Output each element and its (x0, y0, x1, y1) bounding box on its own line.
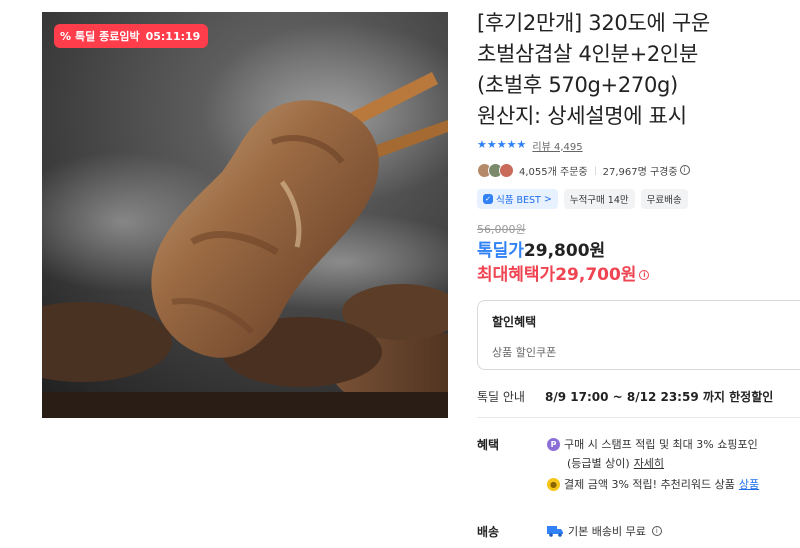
product-tags: ✓ 식품 BEST > 누적구매 14만 무료배송 (477, 189, 800, 209)
divider (594, 165, 596, 175)
rating-row: ★ ★ ★ ★ ★ 리뷰 4,495 (477, 137, 800, 153)
benefit-details-link[interactable]: 자세히 (634, 455, 664, 471)
chevron-right-icon: > (543, 193, 552, 205)
star-rating: ★ ★ ★ ★ ★ (477, 139, 526, 151)
deal-price-label: 톡딜가 (477, 241, 524, 261)
truck-icon (547, 526, 563, 537)
product-image: % 톡딜 종료임박 05:11:19 (42, 12, 448, 418)
max-price-label: 최대혜택가 (477, 265, 556, 285)
reward-product-link[interactable]: 상품 (739, 476, 759, 492)
benefit-subtext: (등급별 상이) (567, 457, 630, 470)
star-icon: ★ (506, 138, 517, 151)
title-line: 원산지: 상세설명에 표시 (477, 104, 687, 128)
benefit-line-points: P 구매 시 스탬프 적립 및 최대 3% 쇼핑포인 (547, 436, 758, 452)
info-icon[interactable]: i (651, 526, 662, 536)
product-info: [후기2만개] 320도에 구운 초벌삼겹살 4인분+2인분 (초벌후 570g… (477, 8, 800, 286)
discount-benefit-box[interactable]: 할인혜택 상품 할인쿠폰 (477, 300, 800, 370)
title-line: [후기2만개] 320도에 구운 (477, 11, 710, 35)
star-icon: ★ (477, 138, 487, 151)
tag-cumulative-purchases: 누적구매 14만 (563, 189, 635, 209)
star-icon: ★ (516, 138, 527, 151)
percent-icon: % (60, 29, 72, 43)
shipping-label: 배송 (477, 525, 500, 539)
review-count-link[interactable]: 리뷰 4,495 (532, 138, 582, 153)
deal-info-label: 톡딜 안내 (477, 390, 525, 404)
benefit-text: 결제 금액 3% 적립! 추천리워드 상품 (564, 478, 735, 491)
star-icon: ★ (496, 138, 507, 151)
buyer-avatars (477, 162, 514, 178)
title-line: (초벌후 570g+270g) (477, 73, 678, 97)
buyers-row: 4,055개 주문중 27,967명 구경중 i (477, 160, 800, 180)
deal-price-value: 29,800원 (523, 241, 606, 261)
tag-free-shipping: 무료배송 (640, 189, 688, 209)
original-price: 56,000원 (477, 223, 526, 236)
avatar (499, 162, 514, 178)
deal-info: 톡딜 안내 8/9 17:00 ~ 8/12 23:59 까지 한정할인 (477, 388, 773, 405)
benefit-label: 혜택 (477, 438, 500, 452)
discount-heading: 할인혜택 (492, 315, 537, 329)
shipping-text: 기본 배송비 무료 (568, 525, 646, 538)
viewers-count: 27,967명 구경중 (602, 166, 678, 178)
info-icon[interactable]: i (639, 270, 650, 280)
discount-item: 상품 할인쿠폰 (492, 346, 557, 359)
benefit-line-reward: ● 결제 금액 3% 적립! 추천리워드 상품 상품 (547, 476, 759, 492)
info-icon[interactable]: i (679, 165, 690, 175)
product-title: [후기2만개] 320도에 구운 초벌삼겹살 4인분+2인분 (초벌후 570g… (477, 8, 800, 132)
point-icon: P (547, 437, 560, 451)
coin-icon: ● (547, 477, 560, 491)
star-icon: ★ (486, 138, 497, 151)
orders-count: 4,055개 주문중 (519, 166, 588, 178)
benefit-text: 구매 시 스탬프 적립 및 최대 3% 쇼핑포인 (564, 438, 758, 451)
deal-info-period: 8/9 17:00 ~ 8/12 23:59 까지 한정할인 (545, 390, 774, 404)
deal-price: 톡딜가29,800원 (477, 240, 800, 262)
tag-food-best[interactable]: ✓ 식품 BEST > (477, 189, 558, 209)
deal-countdown-badge: % 톡딜 종료임박 05:11:19 (54, 24, 209, 48)
shipping-info: 기본 배송비 무료 i (547, 523, 662, 539)
max-benefit-price: 최대혜택가 29,700원 i (477, 264, 800, 286)
title-line: 초벌삼겹살 4인분+2인분 (477, 42, 698, 66)
section-divider (477, 417, 800, 418)
deal-countdown-timer: 05:11:19 (145, 29, 201, 43)
pork-belly-photo (42, 12, 448, 418)
max-price-value: 29,700원 (555, 265, 637, 285)
deal-badge-label: 톡딜 종료임박 (75, 30, 140, 43)
shield-icon: ✓ (483, 194, 493, 204)
tag-label: 식품 BEST (496, 195, 541, 206)
benefit-line-sub: (등급별 상이) 자세히 (567, 455, 664, 471)
